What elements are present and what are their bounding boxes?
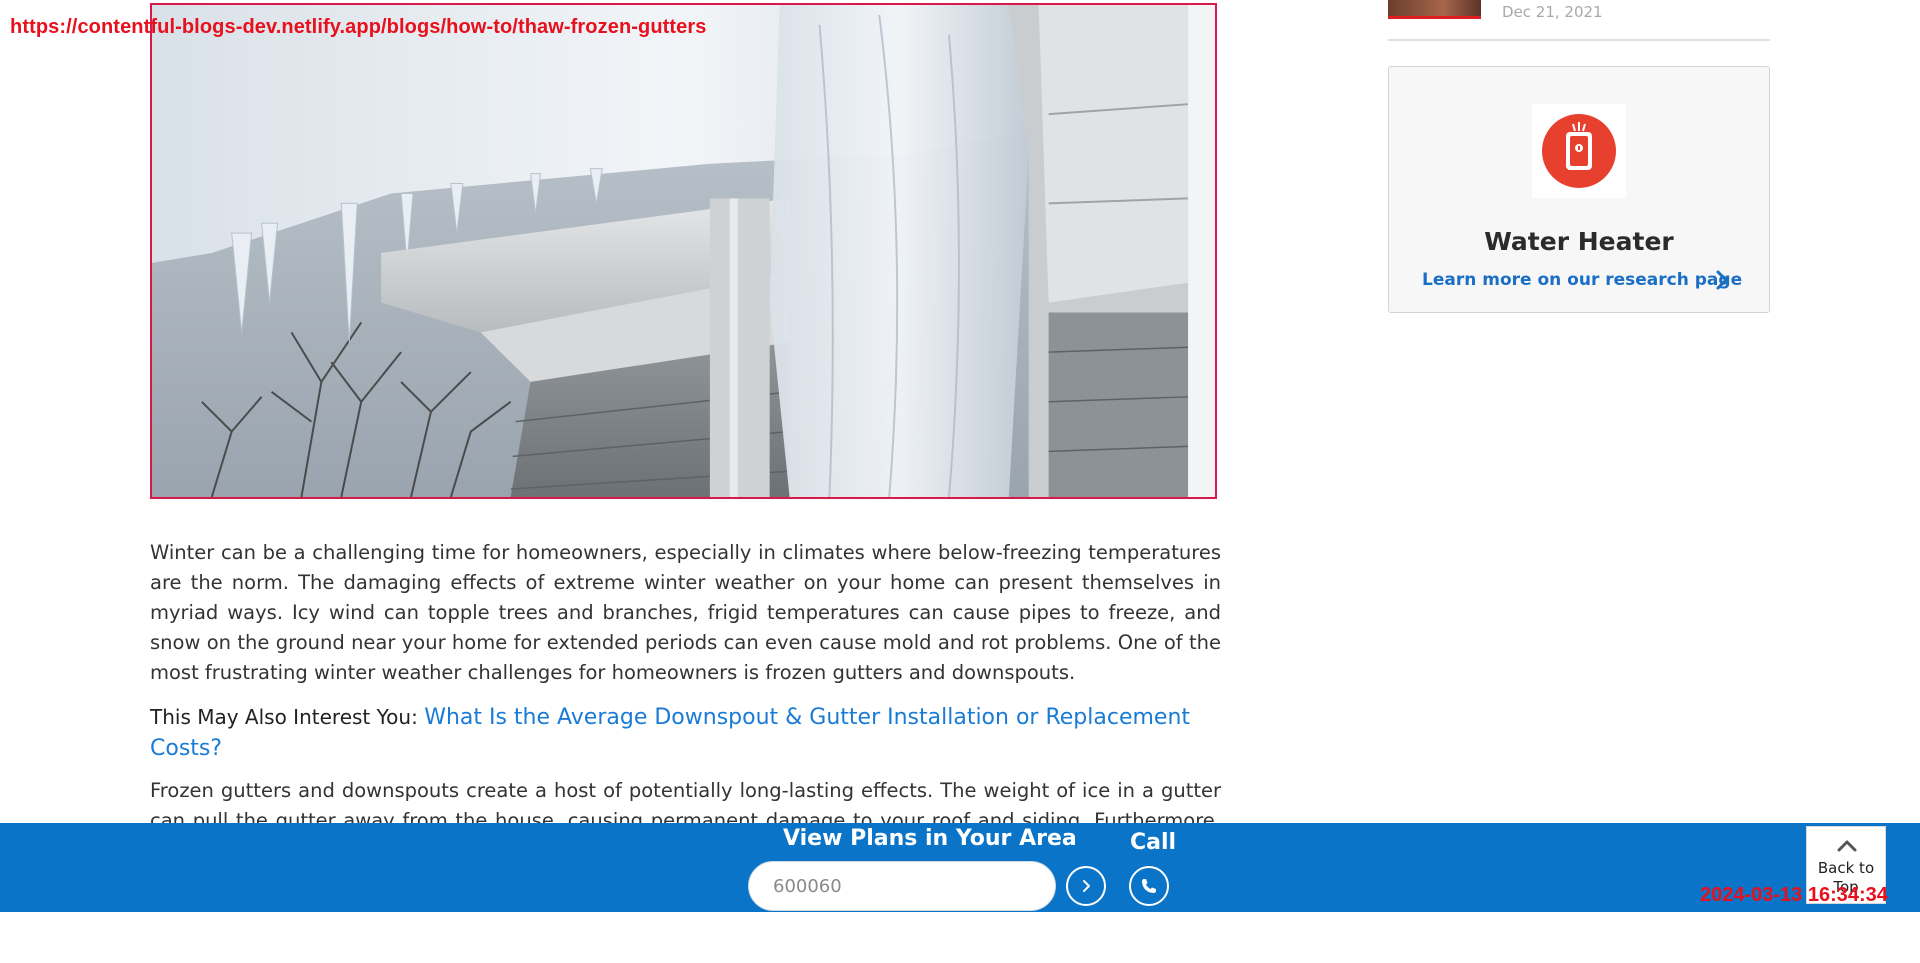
chevron-up-icon: [1837, 840, 1857, 852]
research-page-link[interactable]: Learn more on our research page: [1422, 270, 1742, 290]
timestamp-overlay: 2024-03-13 16:34:34: [1700, 884, 1888, 906]
article-paragraph: Winter can be a challenging time for hom…: [150, 541, 1221, 684]
frozen-gutter-photo: [152, 5, 1215, 497]
submit-zip-button[interactable]: [1066, 866, 1106, 906]
hero-image: [150, 3, 1217, 499]
water-heater-icon: [1532, 104, 1626, 198]
page: https://contentful-blogs-dev.netlify.app…: [0, 0, 1920, 963]
view-plans-title: View Plans in Your Area: [783, 826, 1077, 851]
zip-code-input[interactable]: [748, 861, 1056, 911]
call-button[interactable]: [1129, 866, 1169, 906]
related-label: This May Also Interest You:: [150, 705, 418, 729]
phone-icon: [1142, 879, 1156, 893]
card-title: Water Heater: [1484, 227, 1674, 256]
chevron-right-icon[interactable]: [1711, 269, 1733, 291]
research-card: Water Heater Learn more on our research …: [1388, 66, 1770, 313]
url-overlay: https://contentful-blogs-dev.netlify.app…: [10, 16, 707, 38]
chevron-right-icon: [1083, 880, 1090, 892]
view-plans-bar: View Plans in Your Area Call: [0, 823, 1920, 912]
call-label: Call: [1130, 830, 1177, 855]
recent-post-date: Dec 21, 2021: [1502, 3, 1603, 21]
sidebar-divider: [1388, 39, 1770, 41]
recent-post-thumbnail[interactable]: [1388, 0, 1481, 19]
related-article: This May Also Interest You: What Is the …: [150, 702, 1221, 764]
